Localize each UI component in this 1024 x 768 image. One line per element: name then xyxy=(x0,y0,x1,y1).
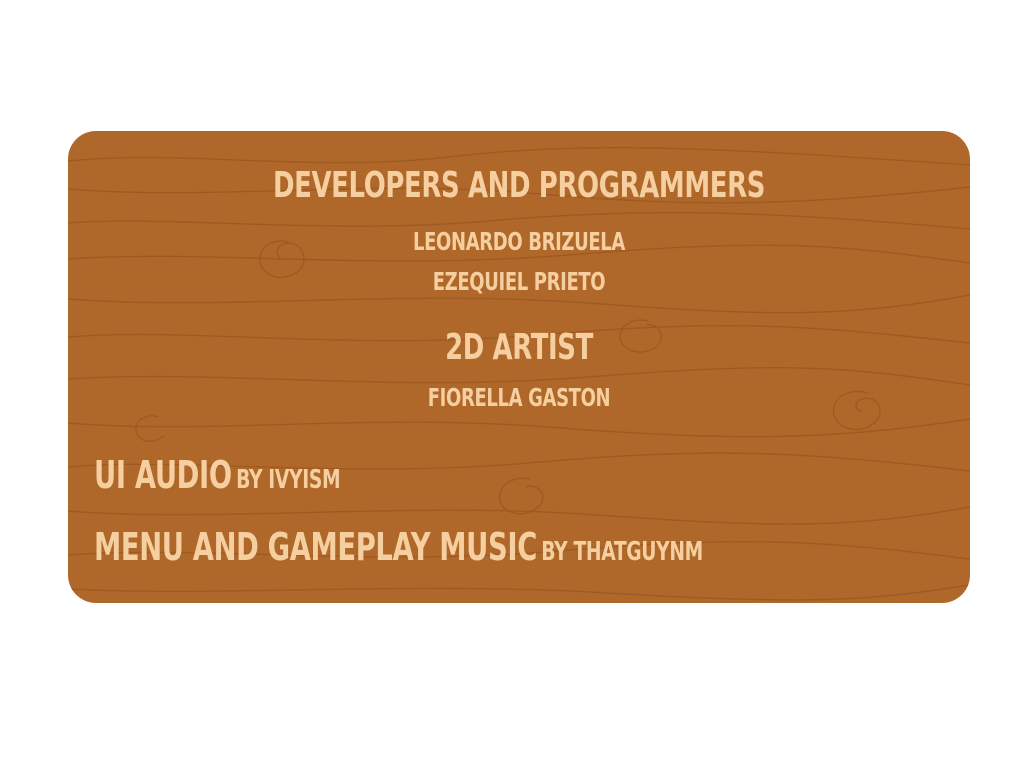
credits-panel: Developers and programmers Leonardo Briz… xyxy=(68,131,970,603)
music-author: by thatguynm xyxy=(541,537,703,567)
ui-audio-title: UI Audio xyxy=(94,453,232,497)
artist-name: Fiorella Gaston xyxy=(427,383,611,412)
developer-name-2: Ezequiel Prieto xyxy=(432,267,606,296)
ui-audio-credit: UI Audio by Ivyism xyxy=(94,453,341,497)
artist-heading: 2D Artist xyxy=(445,327,593,368)
developers-heading: Developers and programmers xyxy=(272,165,766,206)
developer-name-1: Leonardo Brizuela xyxy=(413,227,625,256)
music-credit: Menu and gameplay music by thatguynm xyxy=(94,525,703,569)
music-title: Menu and gameplay music xyxy=(94,525,537,569)
ui-audio-author: by Ivyism xyxy=(236,465,341,495)
